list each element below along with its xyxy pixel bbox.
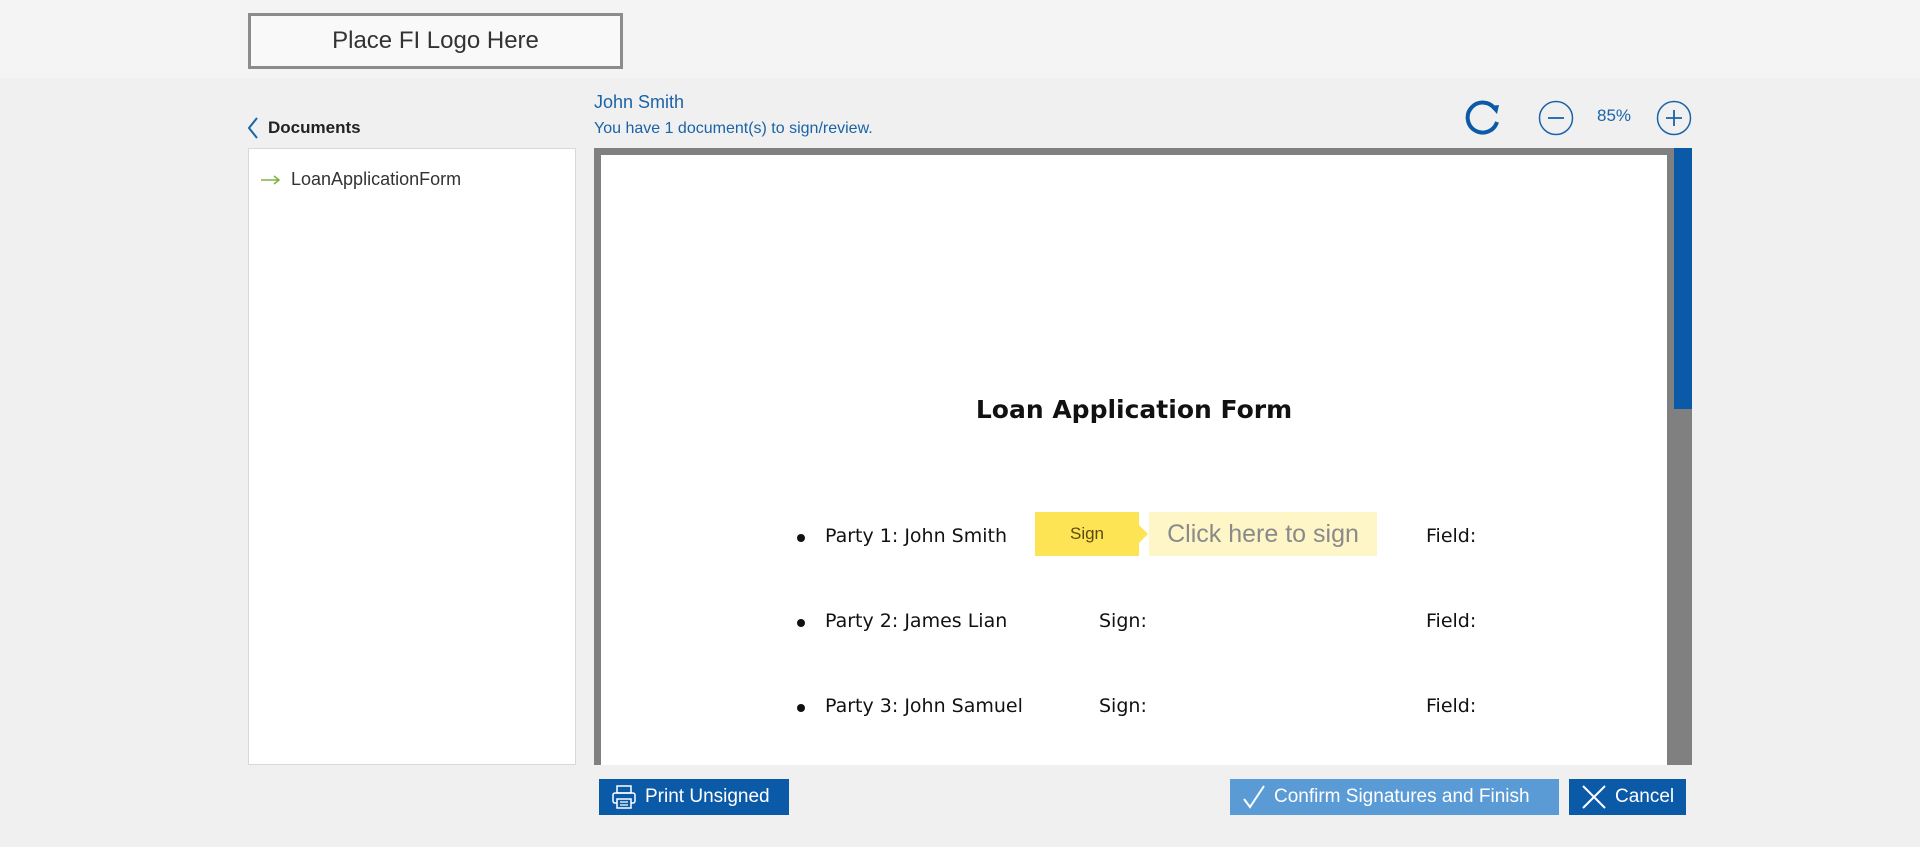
scrollbar-thumb[interactable] — [1674, 148, 1692, 409]
sign-tag-label: Sign — [1069, 524, 1105, 543]
document-page: Loan Application Form Party 1: John Smit… — [601, 155, 1667, 765]
zoom-level: 85% — [1596, 106, 1632, 125]
arrow-right-icon — [261, 174, 281, 185]
document-list-panel: LoanApplicationForm — [248, 148, 576, 765]
close-icon — [1582, 785, 1606, 809]
documents-title: Documents — [268, 118, 361, 137]
field-label: Field: — [1426, 610, 1477, 632]
click-to-sign-field[interactable]: Click here to sign — [1149, 512, 1377, 556]
document-count-status: You have 1 document(s) to sign/review. — [594, 120, 873, 137]
document-list-item-label: LoanApplicationForm — [291, 169, 462, 189]
bullet — [797, 619, 805, 627]
logo-text: Place FI Logo Here — [332, 27, 539, 54]
logo-placeholder: Place FI Logo Here — [248, 13, 623, 69]
zoom-out-icon[interactable] — [1538, 100, 1574, 136]
document-list-item[interactable]: LoanApplicationForm — [261, 169, 461, 190]
party-name: Party 1: John Smith — [825, 525, 1008, 547]
party-name: Party 3: John Samuel — [825, 695, 1023, 717]
checkmark-icon — [1243, 785, 1265, 809]
party-row: Party 1: John Smith Sign Click here to s… — [601, 512, 1667, 556]
refresh-icon[interactable] — [1462, 97, 1504, 139]
bullet — [797, 534, 805, 542]
chevron-left-icon — [247, 117, 258, 139]
bullet — [797, 704, 805, 712]
print-unsigned-label: Print Unsigned — [645, 786, 770, 807]
party-name: Party 2: James Lian — [825, 610, 1008, 632]
confirm-signatures-label: Confirm Signatures and Finish — [1274, 786, 1530, 807]
cancel-button[interactable]: Cancel — [1569, 779, 1686, 815]
document-title: Loan Application Form — [975, 395, 1293, 424]
zoom-in-icon[interactable] — [1656, 100, 1692, 136]
click-to-sign-label: Click here to sign — [1167, 519, 1359, 548]
confirm-signatures-button[interactable]: Confirm Signatures and Finish — [1230, 779, 1559, 815]
sign-tag-button[interactable]: Sign — [1035, 512, 1148, 556]
document-viewer[interactable]: Loan Application Form Party 1: John Smit… — [594, 148, 1692, 765]
field-label: Field: — [1426, 525, 1477, 547]
user-name: John Smith — [594, 92, 685, 112]
field-label: Field: — [1426, 695, 1477, 717]
party-row: Party 2: James Lian Sign: Field: — [601, 610, 1667, 640]
sign-label: Sign: — [1099, 610, 1147, 632]
party-row: Party 3: John Samuel Sign: Field: — [601, 695, 1667, 725]
top-bar: Place FI Logo Here — [0, 0, 1920, 78]
cancel-label: Cancel — [1615, 786, 1675, 807]
sign-label: Sign: — [1099, 695, 1147, 717]
printer-icon — [612, 785, 636, 809]
documents-back-link[interactable]: Documents — [246, 113, 361, 143]
print-unsigned-button[interactable]: Print Unsigned — [599, 779, 789, 815]
